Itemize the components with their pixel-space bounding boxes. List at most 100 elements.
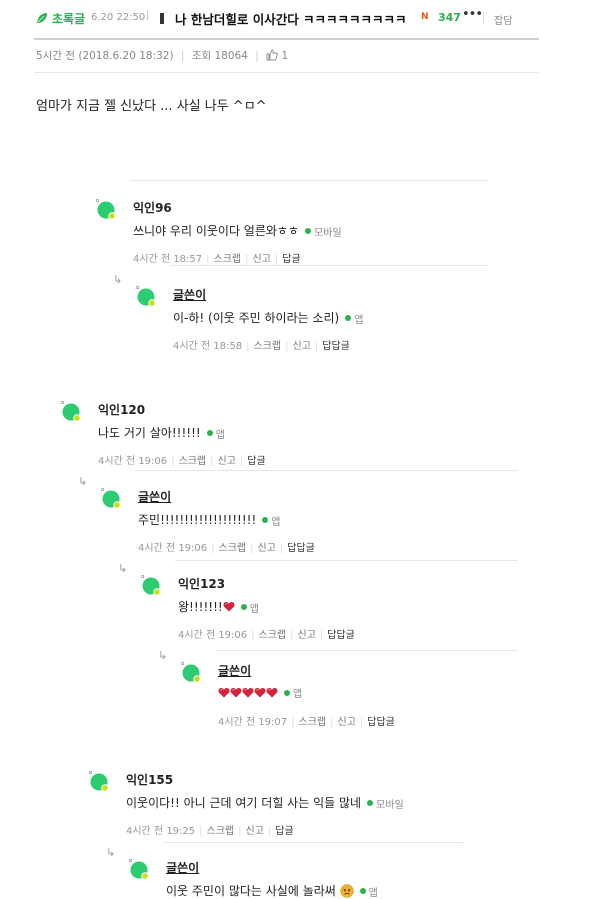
report-button[interactable]: 신고 xyxy=(293,341,311,352)
reply-button[interactable]: 답답글 xyxy=(367,717,395,728)
comment-nickname[interactable]: 익인120 xyxy=(98,401,145,418)
device-indicator: 앱 xyxy=(359,884,378,899)
angry-face-emoji xyxy=(340,884,354,898)
comment-text: 나도 거기 살아!!!!!! 앱 xyxy=(98,424,225,441)
thumbs-up-icon[interactable] xyxy=(266,49,278,61)
comment-text: 앱 xyxy=(218,685,302,700)
report-button[interactable]: 신고 xyxy=(253,254,271,265)
post-body: 엄마가 지금 젤 신났다 ... 사실 나두 ^ㅁ^ xyxy=(36,99,267,114)
separator: | xyxy=(245,254,249,265)
comment-nickname[interactable]: 글쓴이 xyxy=(166,859,199,876)
reply-button[interactable]: 답글 xyxy=(275,826,293,837)
comment-nickname[interactable]: 글쓴이 xyxy=(138,488,171,505)
separator: | xyxy=(285,341,289,352)
comment-meta: 4시간 전 19:06 | 스크랩 | 신고 | 답글 xyxy=(98,452,266,467)
separator: | xyxy=(199,826,203,837)
comment-text-content: 나도 거기 살아!!!!!! xyxy=(98,426,201,440)
device-dot-icon xyxy=(262,517,269,523)
scrap-button[interactable]: 스크랩 xyxy=(214,254,242,265)
reply-arrow-icon: ↳ xyxy=(158,649,168,662)
separator: | xyxy=(206,254,210,265)
device-label: 모바일 xyxy=(314,227,342,239)
reply-button[interactable]: 답글 xyxy=(282,254,300,265)
scrap-button[interactable]: 스크랩 xyxy=(254,341,282,352)
comment-divider xyxy=(130,180,488,181)
device-label: 앱 xyxy=(354,314,364,326)
device-label: 앱 xyxy=(271,516,281,528)
device-indicator: 앱 xyxy=(262,513,281,528)
device-dot-icon xyxy=(305,228,312,234)
scrap-button[interactable]: 스크랩 xyxy=(219,543,247,554)
separator: | xyxy=(274,254,279,265)
reply-arrow-icon: ↳ xyxy=(78,475,88,488)
comment-count[interactable]: 347 xyxy=(438,11,461,24)
heart-emoji xyxy=(254,687,266,697)
device-label: 앱 xyxy=(249,603,259,615)
report-button[interactable]: 신고 xyxy=(218,456,236,467)
comment-nickname[interactable]: 익인123 xyxy=(178,575,225,592)
separator: | xyxy=(210,456,214,467)
device-label: 앱 xyxy=(215,429,225,441)
reply-button[interactable]: 답답글 xyxy=(327,630,355,641)
device-indicator: 앱 xyxy=(345,311,363,326)
post-date-short: 6.20 22:50 xyxy=(91,12,146,23)
scrap-button[interactable]: 스크랩 xyxy=(299,717,327,728)
comment-text-content: 이-하! (이웃 주민 하이라는 소리) xyxy=(173,311,340,325)
comment-time: 4시간 전 19:25 xyxy=(126,826,196,837)
heart-emoji xyxy=(230,687,242,697)
reply-arrow-icon: ↳ xyxy=(113,273,123,286)
separator: | xyxy=(246,341,250,352)
comment-nickname[interactable]: 익인155 xyxy=(126,771,173,788)
comment-time: 4시간 전 19:06 xyxy=(178,630,248,641)
device-indicator: 모바일 xyxy=(305,224,342,239)
comment-meta: 4시간 전 18:57 | 스크랩 | 신고 | 답글 xyxy=(133,250,301,265)
comment-text-content: 주민!!!!!!!!!!!!!!!!!!!! xyxy=(138,513,257,527)
meta-divider xyxy=(34,72,539,73)
separator: | xyxy=(238,826,242,837)
new-badge: N xyxy=(421,12,429,22)
separator xyxy=(483,12,484,24)
device-dot-icon xyxy=(206,430,213,436)
board-link[interactable]: 초록글 xyxy=(52,10,85,27)
comment-divider xyxy=(215,650,518,651)
comment-nickname[interactable]: 익인96 xyxy=(133,199,172,216)
comment-nickname[interactable]: 글쓴이 xyxy=(173,286,206,303)
report-button[interactable]: 신고 xyxy=(338,717,356,728)
avatar xyxy=(140,574,162,600)
comment-divider xyxy=(170,265,488,266)
heart-emoji xyxy=(223,602,235,612)
comment-text: 이웃이다!! 아니 근데 여기 더힐 사는 익들 많네 모바일 xyxy=(126,794,404,811)
scrap-button[interactable]: 스크랩 xyxy=(259,630,287,641)
comment-time: 4시간 전 19:06 xyxy=(138,543,208,554)
separator: | xyxy=(314,341,319,352)
comment-divider xyxy=(175,560,518,561)
device-dot-icon xyxy=(284,689,290,696)
reply-button[interactable]: 답글 xyxy=(247,456,265,467)
separator: | xyxy=(359,717,364,728)
separator: | xyxy=(319,630,324,641)
comment-meta: 4시간 전 19:25 | 스크랩 | 신고 | 답글 xyxy=(126,822,294,837)
header-divider xyxy=(34,38,539,40)
comment-meta: 4시간 전 18:58 | 스크랩 | 신고 | 답답글 xyxy=(173,337,350,352)
title-marker-icon xyxy=(160,13,164,24)
reply-button[interactable]: 답답글 xyxy=(287,543,315,554)
comment-text-content: 쓰니야 우리 이웃이다 얼른와ㅎㅎ xyxy=(133,224,300,238)
report-button[interactable]: 신고 xyxy=(298,630,316,641)
scrap-button[interactable]: 스크랩 xyxy=(207,826,235,837)
device-dot-icon xyxy=(367,800,374,806)
scrap-button[interactable]: 스크랩 xyxy=(179,456,207,467)
comment-text: 왕!!!!!!! 앱 xyxy=(178,598,259,615)
post-title: 나 한남더힐로 이사간다 ㅋㅋㅋㅋㅋㅋㅋㅋㅋ xyxy=(175,12,407,27)
comment-text: 이웃 주민이 많다는 사실에 놀라써 앱 xyxy=(166,882,378,899)
comment-text-content: 왕!!!!!!! xyxy=(178,600,223,614)
device-dot-icon xyxy=(359,888,366,894)
report-button[interactable]: 신고 xyxy=(258,543,276,554)
separator: | xyxy=(291,717,295,728)
device-indicator: 앱 xyxy=(284,685,302,700)
more-button[interactable]: ••• xyxy=(462,7,483,22)
comment-nickname[interactable]: 글쓴이 xyxy=(218,662,251,679)
comment-meta: 4시간 전 19:06 | 스크랩 | 신고 | 답답글 xyxy=(178,626,355,641)
report-button[interactable]: 신고 xyxy=(246,826,264,837)
category-label[interactable]: 잡담 xyxy=(494,12,512,27)
reply-button[interactable]: 답답글 xyxy=(322,341,350,352)
